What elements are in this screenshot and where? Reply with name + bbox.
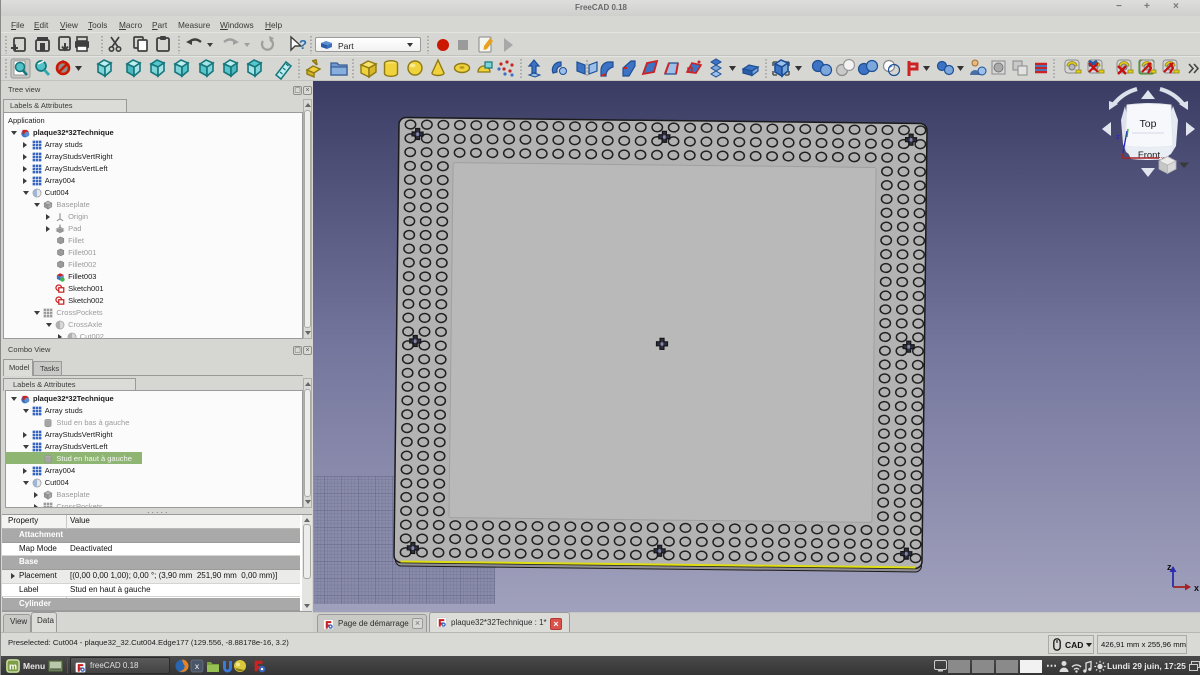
svg-text:z: z xyxy=(1167,562,1172,572)
svg-text:x: x xyxy=(195,663,200,672)
svg-text:?: ? xyxy=(299,37,307,52)
svg-text:m: m xyxy=(9,662,17,672)
svg-text:Front: Front xyxy=(1138,150,1161,161)
svg-text:z: z xyxy=(1116,132,1120,141)
svg-text:x: x xyxy=(1194,583,1199,593)
svg-text:Top: Top xyxy=(1140,118,1157,130)
